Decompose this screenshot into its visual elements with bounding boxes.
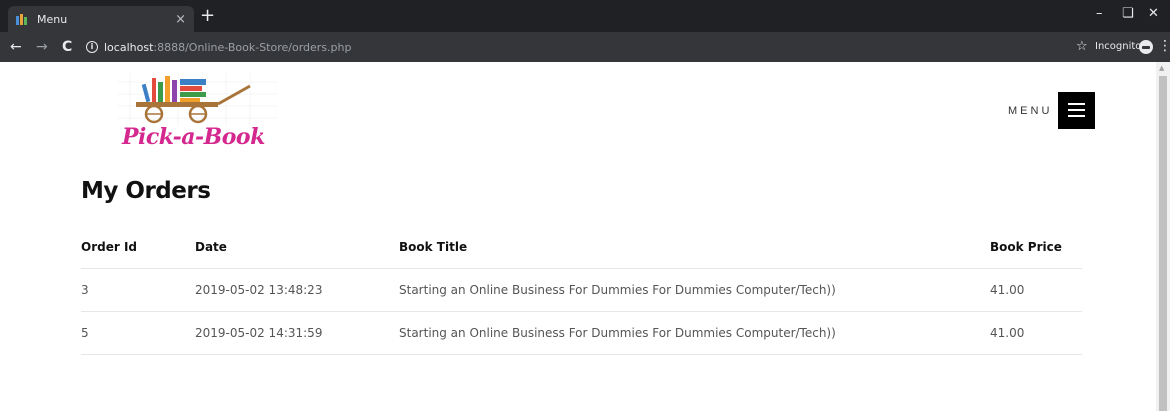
page-scrollbar[interactable]: ▲ — [1156, 62, 1170, 411]
header-date: Date — [195, 226, 399, 269]
reload-icon[interactable]: C — [62, 38, 72, 56]
browser-tab-strip: Menu × + – ❏ ✕ — [0, 0, 1170, 32]
bookmark-star-icon[interactable]: ☆ — [1076, 39, 1088, 54]
incognito-label: Incognito — [1095, 41, 1142, 52]
tab-title: Menu — [37, 12, 68, 26]
book-price-cell: 41.00 — [990, 268, 1082, 312]
scroll-thumb[interactable] — [1159, 76, 1167, 411]
close-window-icon[interactable]: ✕ — [1148, 6, 1159, 21]
browser-menu-icon[interactable]: ⋮ — [1158, 38, 1170, 54]
scroll-up-icon[interactable]: ▲ — [1159, 64, 1164, 72]
date-cell: 2019-05-02 14:31:59 — [195, 311, 399, 355]
menu-toggle[interactable]: MENU — [1008, 92, 1096, 129]
logo-text: Pick-a-Book — [122, 124, 265, 150]
order-id-cell: 3 — [81, 268, 195, 312]
site-info-icon[interactable]: i — [86, 41, 98, 53]
header-order-id: Order Id — [81, 226, 195, 269]
book-price-cell: 41.00 — [990, 311, 1082, 355]
url-host: localhost — [104, 40, 154, 54]
hamburger-icon — [1068, 103, 1086, 105]
tab-close-icon[interactable]: × — [175, 12, 186, 27]
book-title-cell: Starting an Online Business For Dummies … — [399, 311, 990, 355]
address-bar[interactable]: i localhost :8888/Online-Book-Store/orde… — [86, 37, 1060, 57]
forward-icon[interactable]: → — [36, 38, 48, 56]
menu-label: MENU — [1008, 104, 1053, 117]
minimize-icon[interactable]: – — [1096, 6, 1103, 21]
browser-toolbar: ← → C i localhost :8888/Online-Book-Stor… — [0, 32, 1170, 62]
hamburger-menu-button[interactable] — [1058, 92, 1096, 129]
date-cell: 2019-05-02 13:48:23 — [195, 268, 399, 312]
header-book-title: Book Title — [399, 226, 990, 269]
table-row: 5 2019-05-02 14:31:59 Starting an Online… — [81, 311, 1082, 355]
url-path: :8888/Online-Book-Store/orders.php — [153, 40, 352, 54]
restore-icon[interactable]: ❏ — [1122, 6, 1134, 21]
incognito-icon — [1139, 40, 1153, 54]
header-book-price: Book Price — [990, 226, 1082, 269]
order-id-cell: 5 — [81, 311, 195, 355]
table-header-row: Order Id Date Book Title Book Price — [81, 226, 1082, 269]
new-tab-button[interactable]: + — [200, 6, 215, 26]
browser-tab[interactable]: Menu × — [8, 6, 194, 32]
orders-table: Order Id Date Book Title Book Price 3 20… — [81, 226, 1082, 355]
book-title-cell: Starting an Online Business For Dummies … — [399, 268, 990, 312]
page-title: My Orders — [81, 178, 211, 204]
back-icon[interactable]: ← — [10, 38, 22, 56]
table-row: 3 2019-05-02 13:48:23 Starting an Online… — [81, 268, 1082, 312]
book-favicon-icon — [16, 13, 29, 25]
site-logo[interactable]: Pick-a-Book — [118, 72, 280, 158]
